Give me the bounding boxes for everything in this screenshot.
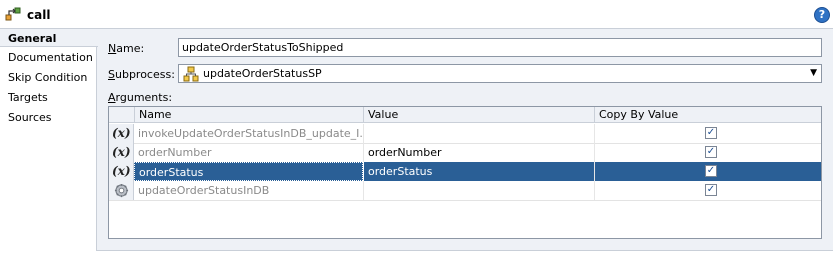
copy-by-value-checkbox[interactable]: ✓ xyxy=(705,127,717,139)
copy-by-value-checkbox[interactable]: ✓ xyxy=(705,165,717,177)
chevron-down-icon[interactable]: ▼ xyxy=(810,68,817,78)
table-row[interactable]: updateOrderStatusInDB ✓ xyxy=(109,181,821,200)
row-divider xyxy=(109,200,821,201)
sidebar: General Documentation Skip Condition Tar… xyxy=(0,28,98,262)
arguments-table: Name Value Copy By Value (x) invokeUpdat… xyxy=(108,106,822,239)
title-bar: call ? xyxy=(0,0,833,28)
sidebar-item-sources[interactable]: Sources xyxy=(0,108,97,127)
name-field[interactable]: updateOrderStatusToShipped xyxy=(178,38,822,57)
column-header-name[interactable]: Name xyxy=(135,107,364,123)
sidebar-item-skip-condition[interactable]: Skip Condition xyxy=(0,68,97,87)
argument-name: updateOrderStatusInDB xyxy=(138,184,270,197)
variable-icon: (x) xyxy=(112,164,131,178)
argument-name: invokeUpdateOrderStatusInDB_update_I... xyxy=(138,127,363,140)
argument-value[interactable] xyxy=(363,181,594,200)
copy-by-value-checkbox[interactable]: ✓ xyxy=(705,184,717,196)
argument-name: orderNumber xyxy=(138,146,212,159)
argument-value[interactable]: orderNumber xyxy=(363,143,594,162)
argument-value[interactable] xyxy=(363,124,594,143)
subprocess-icon xyxy=(183,66,199,82)
sidebar-item-documentation[interactable]: Documentation xyxy=(0,48,97,67)
page-title: call xyxy=(27,8,51,22)
table-corner-header xyxy=(109,107,135,123)
subprocess-label: Subprocess: xyxy=(108,68,175,81)
variable-icon: (x) xyxy=(112,145,131,159)
column-header-copy-by-value[interactable]: Copy By Value xyxy=(595,107,821,123)
table-row[interactable]: (x) invokeUpdateOrderStatusInDB_update_I… xyxy=(109,124,821,143)
copy-by-value-checkbox[interactable]: ✓ xyxy=(705,146,717,158)
argument-value[interactable]: orderStatus xyxy=(363,162,594,181)
gear-icon xyxy=(114,183,129,198)
call-activity-icon xyxy=(5,7,21,21)
table-row[interactable]: (x) orderNumber orderNumber ✓ xyxy=(109,143,821,162)
table-row-selected[interactable]: (x) orderStatus orderStatus ✓ xyxy=(109,162,821,181)
arguments-label: Arguments: xyxy=(108,91,173,104)
sidebar-item-general[interactable]: General xyxy=(0,28,98,47)
name-label: Name: xyxy=(108,42,145,55)
subprocess-select[interactable]: updateOrderStatusSP ▼ xyxy=(178,64,822,83)
column-header-value[interactable]: Value xyxy=(364,107,595,123)
argument-name: orderStatus xyxy=(134,162,363,181)
help-icon[interactable]: ? xyxy=(814,7,830,23)
sidebar-item-targets[interactable]: Targets xyxy=(0,88,97,107)
subprocess-value: updateOrderStatusSP xyxy=(203,67,322,80)
variable-icon: (x) xyxy=(112,126,131,140)
